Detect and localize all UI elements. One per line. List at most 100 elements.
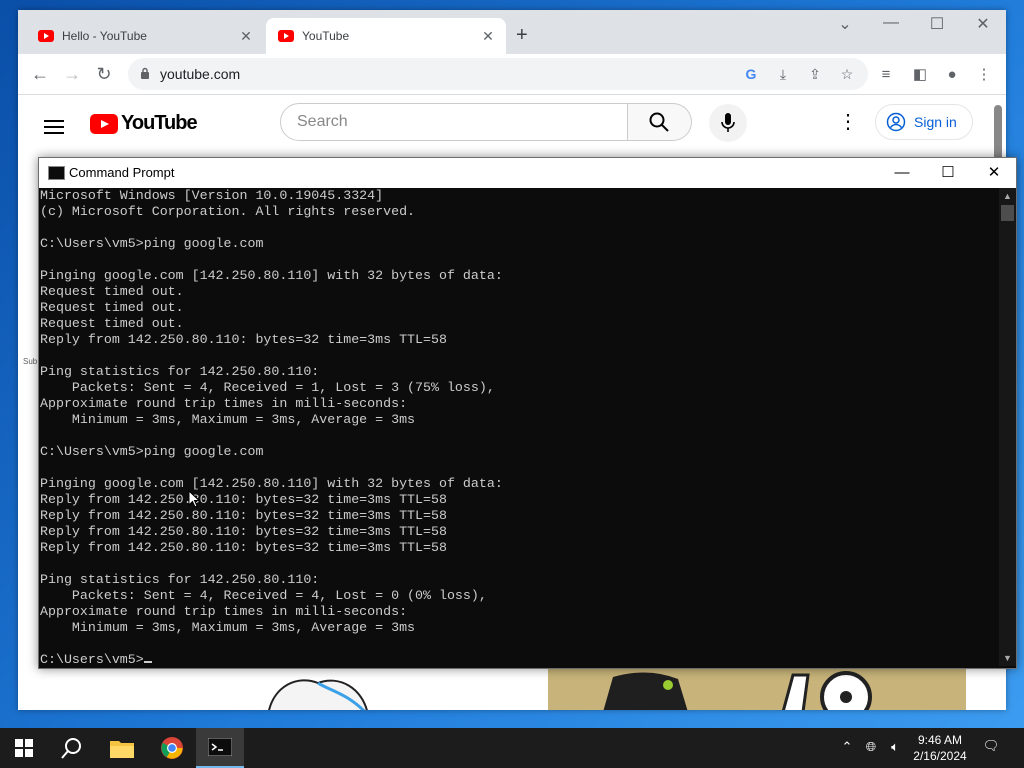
search-input[interactable]: Search	[280, 103, 628, 141]
network-globe-icon[interactable]: 🌐︎	[862, 739, 880, 755]
profile-icon[interactable]: ●	[942, 65, 962, 85]
windows-logo-icon	[15, 739, 33, 757]
media-controls-icon[interactable]: ≡	[876, 65, 896, 85]
taskbar-search-button[interactable]	[48, 728, 96, 768]
url-text: youtube.com	[160, 66, 241, 82]
mouse-cursor-icon	[188, 490, 200, 508]
console-prompt[interactable]: C:\Users\vm5>	[40, 652, 998, 666]
cmd-close-icon[interactable]: ✕	[979, 162, 1009, 184]
cmd-minimize-icon[interactable]: —	[887, 162, 917, 184]
command-prompt-window: Command Prompt — ☐ ✕ Microsoft Windows […	[38, 157, 1017, 669]
page-scrollbar[interactable]	[994, 105, 1002, 163]
console-line: C:\Users\vm5>ping google.com	[40, 444, 264, 459]
youtube-favicon-icon	[278, 30, 294, 42]
start-button[interactable]	[0, 728, 48, 768]
chrome-menu-icon[interactable]: ⋮	[974, 65, 994, 85]
cmd-maximize-icon[interactable]: ☐	[933, 162, 963, 184]
command-prompt-taskbar-button[interactable]	[196, 728, 244, 768]
tab-search-chevron-icon[interactable]: ⌄	[825, 14, 865, 34]
prompt-text: C:\Users\vm5>	[40, 652, 144, 666]
sign-in-label: Sign in	[914, 114, 957, 130]
console-line: Minimum = 3ms, Maximum = 3ms, Average = …	[40, 412, 416, 427]
volume-muted-icon[interactable]: 🔈︎	[886, 739, 904, 755]
search-icon	[61, 738, 81, 759]
console-line: Reply from 142.250.80.110: bytes=32 time…	[40, 492, 447, 507]
file-explorer-icon	[110, 741, 134, 758]
console-line: Request timed out.	[40, 316, 184, 331]
close-tab-icon[interactable]: ✕	[480, 28, 496, 45]
sidebar-subscriptions-label[interactable]: Sub	[23, 357, 37, 366]
chrome-taskbar-button[interactable]	[148, 728, 196, 768]
chrome-icon	[161, 737, 183, 759]
show-hidden-icons-chevron-icon[interactable]: ⌃	[838, 739, 856, 755]
youtube-wordmark: YouTube	[121, 112, 198, 134]
microphone-icon	[721, 113, 735, 132]
clock-date: 2/16/2024	[913, 749, 967, 763]
address-bar[interactable]: youtube.com G ⤓ ⇪ ☆	[128, 58, 868, 90]
command-prompt-icon	[208, 738, 232, 756]
side-panel-icon[interactable]: ◧	[910, 65, 930, 85]
minimize-icon[interactable]: —	[871, 14, 911, 32]
scroll-thumb[interactable]	[1001, 205, 1014, 221]
close-tab-icon[interactable]: ✕	[238, 28, 254, 45]
video-thumbnail[interactable]	[258, 675, 378, 710]
console-output[interactable]: Microsoft Windows [Version 10.0.19045.33…	[40, 188, 998, 666]
forward-icon[interactable]: →	[60, 62, 84, 86]
google-lens-icon[interactable]: G	[742, 65, 760, 83]
console-line: Approximate round trip times in milli-se…	[40, 604, 408, 619]
cmd-window-title: Command Prompt	[69, 165, 175, 180]
console-line: Reply from 142.250.80.110: bytes=32 time…	[40, 508, 447, 523]
scroll-down-icon[interactable]: ▼	[999, 650, 1016, 666]
console-line: (c) Microsoft Corporation. All rights re…	[40, 204, 416, 219]
install-app-icon[interactable]: ⤓	[774, 65, 792, 83]
menu-icon[interactable]	[44, 116, 64, 138]
back-icon[interactable]: ←	[28, 62, 52, 86]
new-tab-icon[interactable]: +	[516, 24, 528, 47]
search-button[interactable]	[628, 103, 692, 141]
tab-youtube[interactable]: YouTube ✕	[266, 18, 506, 54]
youtube-logo[interactable]: YouTube	[90, 112, 198, 135]
file-explorer-button[interactable]	[98, 728, 146, 768]
console-line: Minimum = 3ms, Maximum = 3ms, Average = …	[40, 620, 416, 635]
cmd-scrollbar[interactable]: ▲ ▼	[999, 188, 1016, 666]
youtube-favicon-icon	[38, 30, 54, 42]
close-window-icon[interactable]: ✕	[963, 14, 1003, 34]
console-line: Packets: Sent = 4, Received = 1, Lost = …	[40, 380, 495, 395]
search-icon	[649, 112, 669, 132]
console-line: Pinging google.com [142.250.80.110] with…	[40, 476, 503, 491]
tab-hello-youtube[interactable]: Hello - YouTube ✕	[26, 18, 264, 54]
text-cursor	[143, 661, 152, 663]
reload-icon[interactable]: ↻	[92, 62, 116, 86]
system-clock[interactable]: 9:46 AM 2/16/2024	[905, 732, 975, 764]
video-thumbnail[interactable]	[548, 667, 966, 710]
console-line: Reply from 142.250.80.110: bytes=32 time…	[40, 332, 447, 347]
console-line: Microsoft Windows [Version 10.0.19045.33…	[40, 188, 384, 203]
notifications-icon[interactable]: 🗨︎	[982, 738, 1000, 754]
console-line: Ping statistics for 142.250.80.110:	[40, 572, 320, 587]
console-line: Reply from 142.250.80.110: bytes=32 time…	[40, 540, 447, 555]
account-circle-icon	[886, 112, 906, 132]
console-line: Request timed out.	[40, 300, 184, 315]
settings-more-icon[interactable]: ⋮	[838, 111, 858, 133]
console-line: Approximate round trip times in milli-se…	[40, 396, 408, 411]
cmd-title-bar[interactable]: Command Prompt — ☐ ✕	[39, 158, 1016, 188]
sign-in-button[interactable]: Sign in	[875, 104, 973, 140]
clock-time: 9:46 AM	[917, 733, 963, 747]
bookmark-star-icon[interactable]: ☆	[838, 65, 856, 83]
tab-strip: Hello - YouTube ✕ YouTube ✕ + ⌄ — ☐ ✕	[18, 10, 1006, 54]
scroll-up-icon[interactable]: ▲	[999, 188, 1016, 204]
share-icon[interactable]: ⇪	[806, 65, 824, 83]
tab-title: YouTube	[302, 29, 350, 43]
console-line: Packets: Sent = 4, Received = 4, Lost = …	[40, 588, 487, 603]
lock-icon	[141, 67, 149, 79]
console-line: Pinging google.com [142.250.80.110] with…	[40, 268, 503, 283]
maximize-icon[interactable]: ☐	[917, 14, 957, 34]
voice-search-button[interactable]	[709, 104, 747, 142]
browser-toolbar: ← → ↻ youtube.com G ⤓ ⇪ ☆ ≡ ◧ ● ⋮	[18, 54, 1006, 95]
